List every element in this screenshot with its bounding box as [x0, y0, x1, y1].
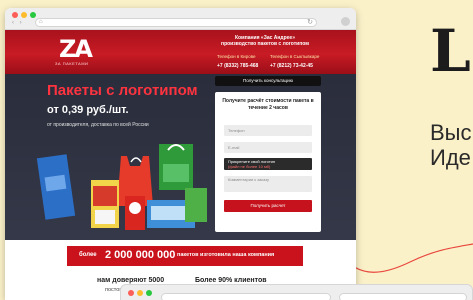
submit-button[interactable]: Получить расчет [224, 200, 312, 212]
second-browser-window [120, 284, 473, 300]
phone-field[interactable]: Телефон [224, 125, 312, 136]
promo-text-line-2: Иде [430, 145, 471, 170]
email-field[interactable]: E-mail [224, 142, 312, 153]
minimize-window-icon[interactable] [21, 12, 27, 18]
phone-label-kirov: Телефон в Кирове [217, 54, 256, 59]
company-tagline: производство пакетов с логотипом [221, 41, 309, 47]
reload-icon[interactable]: ↻ [307, 18, 313, 26]
stats-prefix: более [79, 252, 97, 258]
attach-hint: (файл не более 10 мб) [228, 164, 271, 169]
hero-subtitle: от производителя, доставка по всей Росси… [47, 122, 149, 128]
form-title: Получите расчёт стоимости пакета в течен… [222, 98, 314, 111]
company-info: Компания «Зас Андрее» производство пакет… [215, 35, 315, 47]
site-header: ZA ЗА ПАКЕТАМИ Компания «Зас Андрее» про… [5, 30, 356, 74]
address-bar-secondary[interactable] [339, 293, 467, 300]
product-bags-image [36, 144, 207, 230]
browser-titlebar: ‹ › ⌂ ↻ [5, 8, 356, 30]
stats-number: 2 000 000 000 [105, 249, 176, 261]
browser-menu-icon[interactable] [341, 17, 350, 26]
phone-syktyvkar[interactable]: +7 (8212) 73-42-45 [270, 63, 313, 69]
address-bar[interactable]: ⌂ ↻ [35, 18, 317, 27]
home-icon: ⌂ [39, 19, 43, 25]
trust-clients-percent: Более 90% клиентов [195, 277, 267, 284]
close-window-icon[interactable] [128, 290, 134, 296]
phone-label-syktyvkar: Телефон в Сыктывкаре [270, 54, 320, 59]
hero-headline: Пакеты с логотипом [47, 82, 198, 99]
hero-price: от 0,39 руб./шт. [47, 104, 129, 116]
comment-field[interactable]: Комментарии к заказу [224, 176, 312, 192]
stats-banner: более 2 000 000 000 пакетов изготовила н… [67, 246, 303, 266]
stats-suffix: пакетов изготовила наша компания [177, 252, 275, 258]
back-forward-icons[interactable]: ‹ › [12, 20, 24, 26]
landing-page: ZA ЗА ПАКЕТАМИ Компания «Зас Андрее» про… [5, 30, 356, 300]
maximize-window-icon[interactable] [146, 290, 152, 296]
close-window-icon[interactable] [12, 12, 18, 18]
promo-heading-letter: L [430, 17, 471, 85]
minimize-window-icon[interactable] [137, 290, 143, 296]
address-bar[interactable] [161, 293, 331, 300]
phone-kirov[interactable]: +7 (8332) 785-468 [217, 63, 258, 69]
hero-section: Пакеты с логотипом от 0,39 руб./шт. от п… [5, 74, 356, 240]
company-logo[interactable]: ZA ЗА ПАКЕТАМИ [53, 35, 99, 69]
attach-logo-button[interactable]: Прикрепите свой логотип (файл не более 1… [224, 158, 312, 170]
consult-button[interactable]: Получить консультацию [215, 76, 321, 86]
browser-window: ‹ › ⌂ ↻ ZA ЗА ПАКЕТАМИ Компания «Зас Анд… [5, 8, 356, 300]
promo-text-line-1: Выс [430, 120, 472, 145]
quote-form: Получите расчёт стоимости пакета в течен… [215, 92, 321, 232]
logo-mark: ZA [59, 35, 93, 63]
logo-subtitle: ЗА ПАКЕТАМИ [55, 61, 89, 66]
maximize-window-icon[interactable] [30, 12, 36, 18]
trust-clients-count: нам доверяют 5000 [97, 277, 165, 284]
